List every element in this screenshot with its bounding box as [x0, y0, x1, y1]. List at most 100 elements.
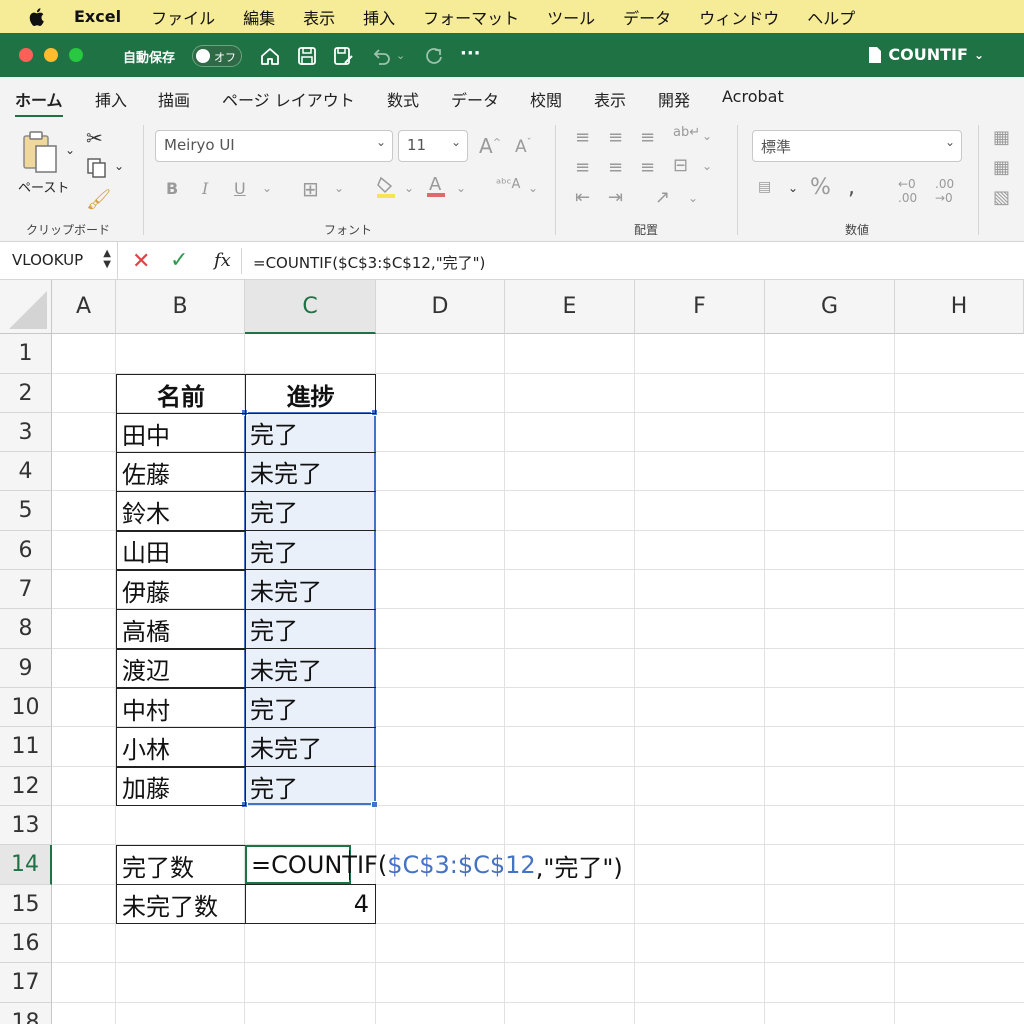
font-size-dropdown[interactable]: 11 ⌄	[398, 130, 468, 162]
row-header-17[interactable]: 17	[0, 963, 52, 1003]
row-header-8[interactable]: 8	[0, 609, 52, 649]
tab-developer[interactable]: 開発	[658, 87, 690, 111]
tab-data[interactable]: データ	[451, 87, 499, 111]
cell-name[interactable]: 鈴木	[116, 491, 246, 531]
row-header-1[interactable]: 1	[0, 334, 52, 374]
cell-progress[interactable]: 未完了	[245, 649, 376, 688]
align-right-icon[interactable]: ≡	[640, 157, 655, 178]
formula-input[interactable]: =COUNTIF($C$3:$C$12,"完了")	[253, 252, 485, 273]
cell-progress[interactable]: 完了	[245, 531, 376, 570]
row-header-5[interactable]: 5	[0, 491, 52, 531]
accounting-dropdown-icon[interactable]: ⌄	[788, 181, 798, 195]
menu-format[interactable]: フォーマット	[423, 5, 519, 29]
format-as-table-icon[interactable]: ▦	[993, 157, 1010, 178]
column-header-h[interactable]: H	[895, 280, 1024, 334]
column-header-e[interactable]: E	[505, 280, 635, 334]
conditional-formatting-icon[interactable]: ▦	[993, 127, 1010, 148]
row-header-16[interactable]: 16	[0, 924, 52, 963]
table-header-progress[interactable]: 進捗	[245, 374, 376, 414]
tab-home[interactable]: ホーム	[15, 87, 63, 118]
column-header-d[interactable]: D	[376, 280, 505, 334]
tab-review[interactable]: 校閲	[530, 87, 562, 111]
menu-data[interactable]: データ	[623, 5, 671, 29]
column-header-f[interactable]: F	[635, 280, 765, 334]
tab-insert[interactable]: 挿入	[95, 87, 127, 111]
save-icon[interactable]	[296, 45, 318, 67]
increase-font-size-icon[interactable]: A^	[479, 134, 501, 158]
orientation-icon[interactable]: ↗	[655, 187, 670, 208]
fill-color-icon[interactable]	[375, 175, 397, 203]
cell-name[interactable]: 田中	[116, 413, 246, 453]
row-header-12[interactable]: 12	[0, 767, 52, 806]
fill-color-dropdown-icon[interactable]: ⌄	[404, 181, 414, 195]
apple-icon[interactable]	[28, 7, 50, 27]
number-format-dropdown[interactable]: 標準 ⌄	[752, 130, 962, 162]
row-header-11[interactable]: 11	[0, 727, 52, 767]
borders-dropdown-icon[interactable]: ⌄	[334, 181, 344, 195]
wrap-text-icon[interactable]: ab↵	[673, 125, 700, 140]
paste-icon[interactable]	[20, 130, 66, 180]
select-all-button[interactable]	[0, 280, 52, 334]
row-header-10[interactable]: 10	[0, 688, 52, 727]
copy-icon[interactable]	[86, 157, 108, 183]
enter-checkmark-icon[interactable]: ✓	[170, 248, 188, 273]
decrease-indent-icon[interactable]: ⇤	[575, 187, 590, 208]
cell-styles-icon[interactable]: ▧	[993, 187, 1010, 208]
menu-edit[interactable]: 編集	[243, 5, 275, 29]
not-done-count-label[interactable]: 未完了数	[116, 884, 246, 924]
cell-progress[interactable]: 完了	[245, 767, 376, 806]
cell-name[interactable]: 小林	[116, 727, 246, 767]
document-title[interactable]: COUNTIF ⌄	[868, 45, 984, 64]
tab-draw[interactable]: 描画	[158, 87, 190, 111]
cell-name[interactable]: 中村	[116, 688, 246, 728]
cell-progress[interactable]: 完了	[245, 491, 376, 531]
decrease-decimal-icon[interactable]: .00 →0	[935, 177, 954, 205]
save-as-icon[interactable]	[332, 45, 354, 67]
paste-dropdown-icon[interactable]: ⌄	[65, 143, 75, 157]
done-count-label[interactable]: 完了数	[116, 845, 246, 885]
insert-function-button[interactable]: fx	[214, 250, 231, 271]
undo-icon[interactable]	[370, 45, 392, 67]
name-box-stepper-icon[interactable]: ▲ ▼	[103, 248, 111, 270]
font-color-icon[interactable]: A	[425, 173, 447, 203]
row-header-4[interactable]: 4	[0, 452, 52, 491]
row-header-18[interactable]: 18	[0, 1003, 52, 1024]
menu-app-excel[interactable]: Excel	[74, 7, 121, 26]
phonetic-dropdown-icon[interactable]: ⌄	[528, 181, 538, 195]
cell-name[interactable]: 山田	[116, 531, 246, 570]
cell-progress[interactable]: 未完了	[245, 570, 376, 610]
align-bottom-icon[interactable]: ≡	[640, 127, 655, 148]
cut-icon[interactable]: ✂	[86, 126, 103, 150]
comma-style-icon[interactable]: ,	[848, 175, 855, 200]
underline-dropdown-icon[interactable]: ⌄	[262, 181, 272, 195]
copy-dropdown-icon[interactable]: ⌄	[114, 159, 124, 173]
align-center-icon[interactable]: ≡	[608, 157, 623, 178]
row-header-6[interactable]: 6	[0, 531, 52, 570]
cell-name[interactable]: 伊藤	[116, 570, 246, 610]
home-icon[interactable]	[259, 45, 281, 67]
cell-progress[interactable]: 完了	[245, 609, 376, 649]
menu-window[interactable]: ウィンドウ	[699, 5, 779, 29]
menu-tools[interactable]: ツール	[547, 5, 595, 29]
tab-formulas[interactable]: 数式	[387, 87, 419, 111]
cell-name[interactable]: 加藤	[116, 767, 246, 806]
cell-name[interactable]: 高橋	[116, 609, 246, 649]
accounting-format-icon[interactable]: ▤	[758, 179, 771, 195]
menu-help[interactable]: ヘルプ	[807, 5, 855, 29]
align-middle-icon[interactable]: ≡	[608, 127, 623, 148]
font-color-dropdown-icon[interactable]: ⌄	[456, 181, 466, 195]
row-header-9[interactable]: 9	[0, 649, 52, 688]
tab-acrobat[interactable]: Acrobat	[722, 87, 784, 106]
cell-progress[interactable]: 未完了	[245, 727, 376, 767]
merge-dropdown-icon[interactable]: ⌄	[702, 159, 712, 173]
merge-center-icon[interactable]: ⊟	[673, 155, 688, 176]
orientation-dropdown-icon[interactable]: ⌄	[688, 191, 698, 205]
name-box[interactable]: VLOOKUP ▲ ▼	[0, 242, 118, 280]
wrap-text-dropdown-icon[interactable]: ⌄	[702, 129, 712, 143]
percent-style-icon[interactable]: %	[810, 175, 831, 200]
decrease-font-size-icon[interactable]: Aˇ	[515, 137, 532, 157]
column-header-a[interactable]: A	[52, 280, 116, 334]
more-icon[interactable]: ···	[460, 43, 482, 65]
redo-icon[interactable]	[423, 45, 445, 67]
column-header-c[interactable]: C	[245, 280, 376, 334]
